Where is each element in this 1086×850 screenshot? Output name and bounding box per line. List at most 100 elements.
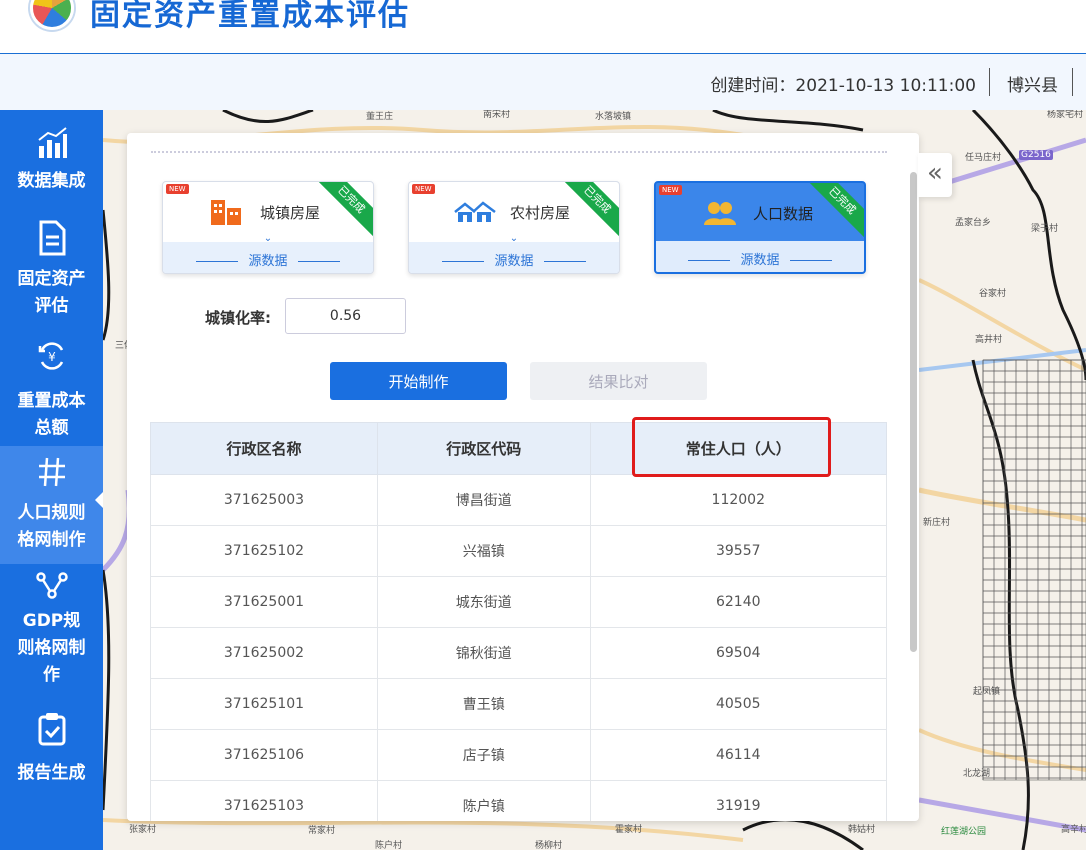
table-row[interactable]: 371625101 曹王镇 40505 bbox=[150, 678, 888, 730]
table-cell: 博昌街道 bbox=[376, 474, 591, 526]
map-place-label: 韩姑村 bbox=[848, 825, 876, 835]
source-data-link[interactable]: 源数据 bbox=[656, 249, 864, 268]
table-cell: 371625103 bbox=[150, 780, 378, 821]
sidebar-item-label: 格网制作 bbox=[17, 530, 86, 550]
sidebar-item-population-grid[interactable]: 人口规则 格网制作 bbox=[0, 446, 103, 564]
urbanization-label: 城镇化率: bbox=[205, 309, 271, 327]
done-ribbon: 已完成 bbox=[803, 183, 864, 240]
compare-button[interactable]: 结果比对 bbox=[530, 362, 707, 400]
sidebar-item-fixed-asset[interactable]: 固定资产 评估 bbox=[0, 214, 103, 336]
table-cell: 371625101 bbox=[150, 678, 378, 730]
table-row[interactable]: 371625106 店子镇 46114 bbox=[150, 729, 888, 781]
card-rural-housing[interactable]: NEW 农村房屋 已完成 ⌄ 源数据 bbox=[408, 181, 620, 274]
map-place-label: 高辛村 bbox=[1061, 825, 1086, 835]
sidebar-item-gdp-grid[interactable]: GDP规 则格网制 作 bbox=[0, 566, 103, 698]
card-source-bar: 源数据 bbox=[656, 241, 864, 272]
card-header: NEW 城镇房屋 已完成 ⌄ bbox=[163, 182, 373, 244]
sidebar-item-label: 数据集成 bbox=[17, 171, 86, 191]
map-place-label: 陈户村 bbox=[375, 841, 403, 850]
population-data-panel: NEW 城镇房屋 已完成 ⌄ 源数据 NEW 农村房屋 已完成 ⌄ 源数据 NE… bbox=[127, 133, 919, 821]
table-row[interactable]: 371625003 博昌街道 112002 bbox=[150, 474, 888, 526]
source-data-link[interactable]: 源数据 bbox=[409, 250, 619, 269]
divider bbox=[1072, 68, 1073, 96]
card-header: NEW 人口数据 已完成 bbox=[656, 183, 864, 243]
card-title: 城镇房屋 bbox=[260, 204, 321, 222]
map-place-label: 董王庄 bbox=[366, 112, 394, 122]
card-population-data[interactable]: NEW 人口数据 已完成 源数据 bbox=[654, 181, 866, 274]
source-data-link[interactable]: 源数据 bbox=[163, 250, 373, 269]
card-source-bar: 源数据 bbox=[409, 242, 619, 273]
population-column-highlight bbox=[632, 417, 831, 477]
table-cell: 39557 bbox=[589, 525, 888, 577]
map-place-label: 水落坡镇 bbox=[595, 112, 632, 122]
sidebar-item-label: 作 bbox=[43, 665, 60, 685]
table-cell: 112002 bbox=[589, 474, 888, 526]
table-cell: 40505 bbox=[589, 678, 888, 730]
map-place-label: 谷家村 bbox=[979, 289, 1007, 299]
card-title: 农村房屋 bbox=[510, 204, 571, 222]
table-cell: 371625003 bbox=[150, 474, 378, 526]
sidebar-item-label: GDP规 bbox=[22, 611, 81, 631]
map-place-label: 红莲湖公园 bbox=[941, 827, 987, 837]
table-cell: 371625001 bbox=[150, 576, 378, 628]
table-cell: 锦秋街道 bbox=[376, 627, 591, 679]
table-cell: 店子镇 bbox=[376, 729, 591, 781]
county-name[interactable]: 博兴县 bbox=[1007, 71, 1058, 96]
table-cell: 城东街道 bbox=[376, 576, 591, 628]
column-header: 行政区名称 bbox=[150, 422, 378, 475]
table-cell: 31919 bbox=[589, 780, 888, 821]
table-cell: 陈户镇 bbox=[376, 780, 591, 821]
table-row[interactable]: 371625102 兴福镇 39557 bbox=[150, 525, 888, 577]
table-cell: 62140 bbox=[589, 576, 888, 628]
grid-hash-icon bbox=[38, 457, 65, 487]
sidebar: 数据集成 固定资产 评估 ¥ 重置成本 总额 人口规则 格网制作 GDP规 则格… bbox=[0, 110, 104, 850]
table-row[interactable]: 371625103 陈户镇 31919 bbox=[150, 780, 888, 821]
globe-logo-icon bbox=[30, 0, 74, 30]
urbanization-input[interactable] bbox=[285, 298, 406, 334]
map-place-label: 北龙湖 bbox=[963, 769, 991, 779]
sidebar-item-label: 总额 bbox=[34, 418, 69, 438]
map-place-label: 杨家宅村 bbox=[1047, 110, 1084, 120]
map-place-label: 杨柳村 bbox=[535, 841, 563, 850]
map-place-label: 孟家台乡 bbox=[955, 218, 992, 228]
village-houses-icon bbox=[454, 201, 496, 222]
map-place-label: 张家村 bbox=[129, 825, 157, 835]
divider bbox=[989, 68, 990, 96]
map-place-label: 梁于村 bbox=[1031, 224, 1059, 234]
map-place-label: 常家村 bbox=[308, 826, 336, 836]
sidebar-item-replacement-cost[interactable]: ¥ 重置成本 总额 bbox=[0, 336, 103, 444]
map-place-label: 任马庄村 bbox=[965, 153, 1002, 163]
svg-text:¥: ¥ bbox=[48, 350, 56, 364]
map-place-label: 高井村 bbox=[975, 335, 1003, 345]
card-source-bar: 源数据 bbox=[163, 242, 373, 273]
new-badge: NEW bbox=[412, 184, 435, 194]
clipboard-check-icon bbox=[38, 713, 65, 746]
city-building-icon bbox=[211, 200, 241, 225]
people-icon bbox=[704, 202, 736, 225]
sidebar-item-label: 固定资产 bbox=[17, 269, 86, 289]
table-row[interactable]: 371625001 城东街道 62140 bbox=[150, 576, 888, 628]
table-cell: 兴福镇 bbox=[376, 525, 591, 577]
start-button[interactable]: 开始制作 bbox=[330, 362, 507, 400]
panel-scrollbar[interactable] bbox=[910, 172, 917, 652]
population-table: 行政区名称 行政区代码 常住人口（人） 371625003 博昌街道 11200… bbox=[150, 422, 888, 821]
chart-bars-icon bbox=[37, 127, 67, 158]
collapse-panel-icon[interactable]: « bbox=[918, 153, 952, 197]
sidebar-item-label: 人口规则 bbox=[17, 503, 86, 523]
sidebar-item-label: 评估 bbox=[34, 296, 69, 316]
sidebar-item-label: 报告生成 bbox=[17, 763, 86, 783]
map-place-label: 南宋村 bbox=[483, 110, 511, 120]
map-place-label: 起凤镇 bbox=[973, 687, 1001, 697]
create-time: 创建时间：2021-10-13 10:11:00 bbox=[710, 76, 976, 96]
new-badge: NEW bbox=[659, 185, 682, 195]
table-row[interactable]: 371625002 锦秋街道 69504 bbox=[150, 627, 888, 679]
sidebar-item-label: 重置成本 bbox=[17, 391, 86, 411]
card-header: NEW 农村房屋 已完成 ⌄ bbox=[409, 182, 619, 244]
yuan-cycle-icon: ¥ bbox=[38, 342, 63, 370]
sidebar-item-report[interactable]: 报告生成 bbox=[0, 708, 103, 798]
map-place-label: 新庄村 bbox=[923, 518, 951, 528]
card-urban-housing[interactable]: NEW 城镇房屋 已完成 ⌄ 源数据 bbox=[162, 181, 374, 274]
sidebar-item-data-integration[interactable]: 数据集成 bbox=[0, 120, 103, 214]
network-icon bbox=[35, 572, 68, 599]
column-header: 行政区代码 bbox=[376, 422, 591, 475]
